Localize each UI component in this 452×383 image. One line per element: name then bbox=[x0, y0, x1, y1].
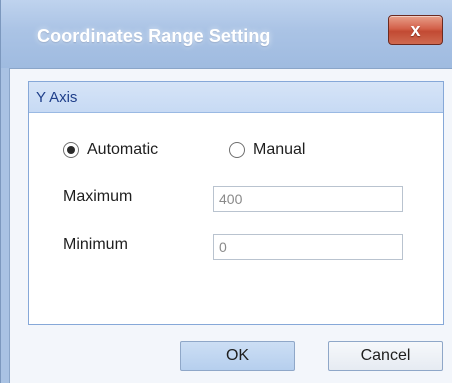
minimum-label: Minimum bbox=[63, 236, 128, 253]
dialog-title: Coordinates Range Setting bbox=[37, 26, 271, 46]
manual-radio[interactable]: Manual bbox=[229, 141, 305, 159]
maximum-input[interactable]: 400 bbox=[213, 186, 403, 212]
automatic-radio[interactable]: Automatic bbox=[63, 141, 158, 159]
radio-unchecked-icon bbox=[229, 142, 245, 158]
group-header: Y Axis bbox=[29, 82, 443, 113]
y-axis-group: Y Axis Automatic Manual Maximum 400 Mini… bbox=[28, 81, 444, 325]
automatic-label: Automatic bbox=[87, 141, 159, 158]
minimum-input[interactable]: 0 bbox=[213, 234, 403, 260]
group-title: Y Axis bbox=[36, 89, 78, 106]
title-bar: Coordinates Range Setting x bbox=[1, 0, 452, 68]
cancel-button[interactable]: Cancel bbox=[328, 341, 443, 371]
maximum-label: Maximum bbox=[63, 188, 133, 205]
radio-checked-icon bbox=[63, 142, 79, 158]
manual-label: Manual bbox=[253, 141, 306, 158]
close-icon: x bbox=[410, 20, 421, 40]
close-button[interactable]: x bbox=[388, 15, 443, 45]
radio-dot bbox=[67, 146, 75, 154]
dialog-body: Y Axis Automatic Manual Maximum 400 Mini… bbox=[9, 68, 452, 383]
ok-button[interactable]: OK bbox=[180, 341, 295, 371]
coordinates-range-dialog: Coordinates Range Setting x Y Axis Autom… bbox=[0, 0, 452, 383]
